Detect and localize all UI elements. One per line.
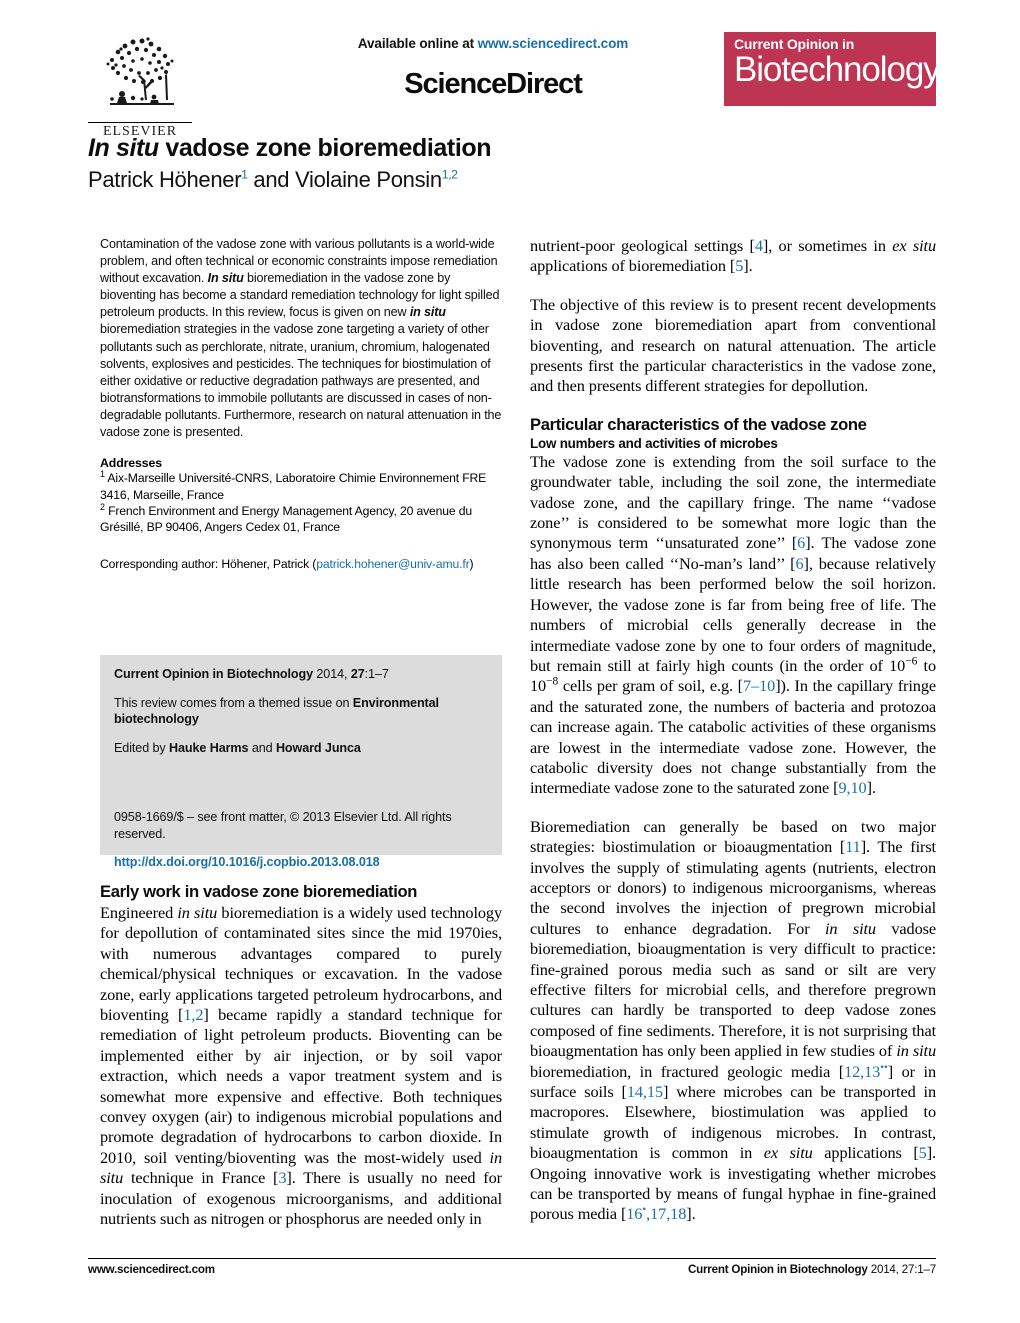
editors-conjunction: and — [248, 740, 276, 755]
rc-p0-a: nutrient-poor geological settings [ — [530, 236, 755, 255]
abstract-italic-1: In situ — [207, 271, 244, 286]
corresponding-label: Corresponding author: Höhener, Patrick ( — [100, 556, 317, 571]
journal-banner-line2: Biotechnology — [734, 50, 936, 89]
citation-ref-1-2[interactable]: 1,2 — [183, 1005, 203, 1024]
footer-left-url[interactable]: www.sciencedirect.com — [88, 1263, 215, 1276]
rc-p3-italic-2: in situ — [896, 1041, 936, 1061]
rc-p3-italic-1: in situ — [824, 918, 876, 938]
abstract-italic-2: in situ — [409, 305, 446, 320]
abstract-text: Contamination of the vadose zone with va… — [100, 236, 502, 441]
masthead: ELSEVIER Available online at www.science… — [88, 28, 936, 140]
sciencedirect-link[interactable]: www.sciencedirect.com — [478, 36, 629, 51]
paragraph-objective: The objective of this review is to prese… — [530, 294, 936, 396]
abstract-part-c: bioremediation strategies in the vadose … — [100, 322, 502, 440]
paragraph-bioremediation-strategies: Bioremediation can generally be based on… — [530, 817, 936, 1225]
citation-ref-11[interactable]: 11 — [845, 837, 861, 856]
copyright-line: 0958-1669/$ – see front matter, © 2013 E… — [114, 810, 452, 841]
rc-p3-italic-3: ex situ — [763, 1143, 813, 1163]
citation-ref-14-15[interactable]: 14,15 — [627, 1082, 663, 1101]
citation-ref-4[interactable]: 4 — [755, 236, 763, 255]
citation-ref-16-number: 16 — [626, 1204, 643, 1224]
citation-ref-6b[interactable]: 6 — [795, 554, 803, 573]
journal-banner-line1: Current Opinion in — [734, 36, 855, 52]
paragraph-continuation: nutrient-poor geological settings [4], o… — [530, 236, 936, 277]
available-online-text: Available online at www.sciencedirect.co… — [258, 36, 728, 51]
sciencedirect-logo: ScienceDirect — [404, 68, 583, 100]
corresponding-suffix: ) — [469, 556, 474, 571]
rc-p0-c: applications of bioremediation [ — [530, 256, 736, 276]
paragraph-vadose-zone: The vadose zone is extending from the so… — [530, 452, 936, 799]
rc-p3-c: vadose bioremediation, bioaugmentation i… — [530, 918, 936, 1061]
author-1: Patrick Höhener — [88, 167, 242, 192]
citation-ref-6a[interactable]: 6 — [797, 533, 805, 552]
title-italic-part: In situ — [88, 134, 159, 162]
footer-journal-name: Current Opinion in Biotechnology — [687, 1263, 868, 1276]
journal-citation-volume: 27 — [350, 667, 365, 681]
citation-ref-17-18[interactable]: 17,18 — [650, 1204, 686, 1223]
rc-p0-d: ]. — [743, 256, 753, 276]
rc-p3-j: ]. — [686, 1204, 696, 1224]
title-block: In situ vadose zone bioremediation Patri… — [88, 134, 936, 193]
rc-p2-g: ]. — [866, 778, 876, 798]
rc-p3-d: bioremediation, in fractured geologic me… — [530, 1061, 845, 1081]
footer-journal-volume: 2014, 27:1–7 — [867, 1263, 937, 1276]
themed-issue-note: This review comes from a themed issue on… — [114, 695, 488, 728]
editors-line: Edited by Hauke Harms and Howard Junca — [114, 740, 488, 757]
editor-1: Hauke Harms — [169, 740, 249, 755]
journal-banner: Current Opinion in Biotechnology — [724, 32, 936, 106]
address-text-1: Aix-Marseille Université-CNRS, Laboratoi… — [100, 471, 487, 502]
corresponding-email-link[interactable]: patrick.hohener@univ-amu.fr — [316, 557, 469, 571]
addresses-heading: Addresses — [100, 456, 162, 471]
journal-info-box: Current Opinion in Biotechnology 2014, 2… — [100, 655, 502, 869]
paragraph-early-work: Engineered in situ bioremediation is a w… — [100, 903, 502, 1230]
ew-part-a: Engineered — [100, 903, 178, 922]
page-footer: www.sciencedirect.com Current Opinion in… — [88, 1258, 936, 1276]
journal-citation-name: Current Opinion in Biotechnology — [114, 667, 313, 681]
exponent-minus-6: −6 — [905, 655, 918, 668]
page-title: In situ vadose zone bioremediation — [88, 134, 936, 163]
themed-issue-prefix: This review comes from a themed issue on — [114, 695, 353, 710]
available-online-prefix: Available online at — [357, 36, 478, 51]
citation-ref-9-10[interactable]: 9,10 — [838, 778, 866, 797]
editor-2: Howard Junca — [275, 740, 361, 755]
address-item-2: 2 French Environment and Energy Manageme… — [100, 502, 502, 536]
rc-p0-italic-1: ex situ — [892, 236, 936, 255]
exponent-minus-8: −8 — [546, 675, 559, 688]
right-body-column: nutrient-poor geological settings [4], o… — [530, 236, 936, 1225]
paper-page: ELSEVIER Available online at www.science… — [0, 0, 1020, 1323]
author-list: Patrick Höhener1 and Violaine Ponsin1,2 — [88, 167, 936, 193]
citation-ref-16[interactable]: 16• — [626, 1204, 646, 1223]
author-2: and Violaine Ponsin — [247, 167, 442, 192]
citation-ref-12-13-number: 12,13 — [844, 1061, 881, 1081]
left-body-column: Early work in vadose zone bioremediation… — [100, 882, 502, 1230]
rc-p2-e: cells per gram of soil, e.g. [ — [558, 676, 744, 696]
section-heading-particular-characteristics: Particular characteristics of the vadose… — [530, 414, 867, 434]
address-text-2: French Environment and Energy Management… — [100, 503, 473, 535]
journal-citation-pages: :1–7 — [364, 667, 389, 681]
rc-p3-g: applications [ — [812, 1143, 919, 1163]
rc-p0-b: ], or sometimes in — [762, 236, 893, 255]
journal-citation-year: 2014, — [313, 667, 351, 681]
title-rest: vadose zone bioremediation — [158, 134, 492, 162]
citation-ref-5b[interactable]: 5 — [919, 1143, 927, 1162]
ew-part-c: ] became rapidly a standard technique fo… — [100, 1005, 502, 1167]
elsevier-tree-icon — [106, 37, 174, 105]
citation-importance-double-dot: •• — [880, 1061, 888, 1074]
subsection-heading-low-numbers: Low numbers and activities of microbes — [530, 435, 778, 451]
doi-link[interactable]: http://dx.doi.org/10.1016/j.copbio.2013.… — [114, 854, 488, 871]
section-heading-early-work: Early work in vadose zone bioremediation — [100, 882, 418, 901]
ew-italic-1: in situ — [177, 903, 218, 922]
corresponding-author: Corresponding author: Höhener, Patrick (… — [100, 556, 502, 572]
elsevier-logo: ELSEVIER — [88, 28, 192, 140]
author-2-affiliation-marker[interactable]: 1,2 — [442, 168, 458, 182]
abstract-column: Contamination of the vadose zone with va… — [100, 236, 502, 572]
ew-part-d: technique in France [ — [123, 1168, 279, 1188]
footer-right-citation: Current Opinion in Biotechnology 2014, 2… — [688, 1263, 936, 1276]
citation-ref-7-10[interactable]: 7–10 — [743, 676, 775, 695]
journal-citation: Current Opinion in Biotechnology 2014, 2… — [114, 666, 488, 683]
edited-by-prefix: Edited by — [114, 740, 170, 755]
citation-ref-12-13[interactable]: 12,13•• — [844, 1062, 888, 1081]
sciencedirect-block: Available online at www.sciencedirect.co… — [258, 36, 728, 101]
address-item-1: 1 Aix-Marseille Université-CNRS, Laborat… — [100, 470, 502, 503]
